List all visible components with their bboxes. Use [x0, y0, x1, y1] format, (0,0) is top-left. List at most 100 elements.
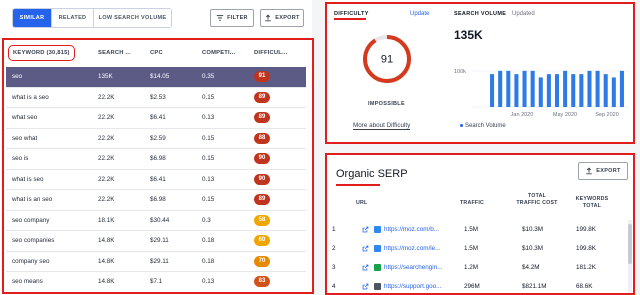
- search-volume-label: SEARCH VOLUME: [454, 11, 507, 17]
- serp-table-header: URL TRAFFIC TOTAL TRAFFIC COST KEYWORDS …: [326, 190, 634, 220]
- chart-bar[interactable]: [611, 77, 616, 107]
- search-volume-column-header[interactable]: SEARCH ...: [98, 50, 150, 56]
- keyword-cell[interactable]: what is seo: [6, 176, 98, 183]
- table-row[interactable]: seo companies 14.8K $29.11 0.18 60: [6, 231, 306, 252]
- chart-bar[interactable]: [490, 74, 495, 107]
- difficulty-rating: IMPOSSIBLE: [368, 101, 405, 107]
- keyword-tabs: SIMILAR RELATED LOW SEARCH VOLUME: [12, 8, 172, 28]
- serp-row[interactable]: 4 https://support.goo... 296M $821.1M 68.6K: [326, 277, 626, 295]
- chart-bar[interactable]: [514, 74, 519, 107]
- competition-cell: 0.15: [202, 93, 215, 101]
- chart-bar[interactable]: [554, 74, 560, 107]
- table-row[interactable]: seo what 22.2K $2.59 0.15 88: [6, 129, 306, 149]
- serp-export-button[interactable]: EXPORT: [578, 162, 628, 180]
- serp-url-link[interactable]: https://support.goo...: [384, 283, 448, 290]
- url-column-header[interactable]: URL: [356, 200, 368, 207]
- tab-related[interactable]: RELATED: [51, 9, 93, 27]
- organic-serp-panel: Organic SERP EXPORT URL TRAFFIC TOTAL TR…: [326, 154, 634, 295]
- table-row[interactable]: seo 135K $14.05 0.35 91: [6, 67, 306, 88]
- table-row[interactable]: company seo 14.8K $29.11 0.18 70: [6, 252, 306, 272]
- chart-bar[interactable]: [538, 77, 543, 107]
- serp-row[interactable]: 2 https://moz.com/le... 1.5M $10.3M 199.8K: [326, 239, 626, 258]
- keyword-cell[interactable]: what is a seo: [6, 94, 98, 101]
- tab-low-search-volume[interactable]: LOW SEARCH VOLUME: [93, 9, 171, 27]
- external-link-icon[interactable]: [362, 283, 369, 290]
- difficulty-badge: 89: [254, 112, 270, 124]
- update-link[interactable]: Update: [410, 11, 429, 17]
- serp-url-link[interactable]: https://moz.com/le...: [384, 245, 448, 252]
- table-row[interactable]: what is an seo 22.2K $6.98 0.15 89: [6, 190, 306, 211]
- cpc-cell: $14.05: [150, 73, 170, 81]
- search-volume-cell: 22.2K: [98, 196, 115, 204]
- competition-cell: 0.15: [202, 196, 215, 204]
- search-volume-cell: 22.2K: [98, 93, 115, 101]
- x-tick-label: Jan 2020: [511, 112, 534, 118]
- search-volume-cell: 14.8K: [98, 257, 115, 265]
- keyword-cell[interactable]: company seo: [6, 258, 98, 265]
- keyword-cell[interactable]: what seo: [6, 114, 98, 121]
- chart-bar[interactable]: [530, 70, 535, 107]
- keyword-cell[interactable]: seo companies: [6, 237, 98, 244]
- scrollbar-thumb[interactable]: [628, 224, 632, 264]
- difficulty-gauge: 91: [360, 32, 414, 86]
- chart-legend: Search Volume: [460, 123, 506, 129]
- keywords-total-cell: 199.8K: [576, 245, 596, 252]
- table-row[interactable]: what is a seo 22.2K $2.53 0.15 89: [6, 88, 306, 108]
- competition-column-header[interactable]: COMPETI...: [202, 50, 254, 56]
- keyword-cell[interactable]: what is an seo: [6, 196, 98, 203]
- chart-bar[interactable]: [498, 70, 503, 107]
- export-button[interactable]: EXPORT: [260, 9, 304, 27]
- chart-bar[interactable]: [522, 70, 527, 107]
- table-row[interactable]: what is seo 22.2K $6.41 0.13 90: [6, 170, 306, 190]
- traffic-cost-cell: $821.1M: [522, 283, 547, 290]
- serp-export-label: EXPORT: [596, 168, 621, 174]
- external-link-icon[interactable]: [362, 264, 369, 271]
- difficulty-column-header[interactable]: DIFFICUL...: [254, 50, 298, 56]
- chart-bar[interactable]: [595, 70, 600, 107]
- chart-bar[interactable]: [587, 70, 592, 107]
- chart-bar[interactable]: [563, 70, 568, 107]
- keyword-cell[interactable]: seo what: [6, 135, 98, 142]
- tab-similar[interactable]: SIMILAR: [13, 9, 51, 27]
- keywords-total-column-header[interactable]: KEYWORDS TOTAL: [570, 196, 614, 210]
- cpc-cell: $6.41: [150, 114, 166, 122]
- serp-url-link[interactable]: https://searchengin...: [384, 264, 448, 271]
- table-row[interactable]: what seo 22.2K $6.41 0.13 89: [6, 108, 306, 129]
- serp-title: Organic SERP: [336, 168, 408, 180]
- external-link-icon[interactable]: [362, 245, 369, 252]
- chart-bar[interactable]: [603, 74, 608, 107]
- more-about-difficulty-link[interactable]: More about Difficulty: [353, 122, 411, 130]
- table-row[interactable]: seo means 14.8K $7.1 0.13 83: [6, 272, 306, 293]
- traffic-cost-column-header[interactable]: TOTAL TRAFFIC COST: [516, 193, 558, 207]
- cpc-column-header[interactable]: CPC: [150, 50, 202, 56]
- chart-bar[interactable]: [571, 74, 576, 107]
- chart-bar[interactable]: [546, 74, 551, 107]
- keyword-column-header[interactable]: KEYWORD (30,815): [8, 45, 75, 61]
- difficulty-score: 91: [381, 54, 393, 66]
- favicon-icon: [374, 264, 381, 271]
- filter-button[interactable]: FILTER: [210, 9, 254, 27]
- serp-row[interactable]: 1 https://moz.com/b... 1.5M $10.3M 199.8K: [326, 220, 626, 239]
- serp-position: 3: [332, 264, 336, 271]
- search-volume-cell: 14.8K: [98, 237, 115, 245]
- chart-bar[interactable]: [579, 74, 584, 107]
- competition-cell: 0.18: [202, 257, 215, 265]
- keyword-cell[interactable]: seo: [6, 73, 98, 80]
- table-row[interactable]: seo is 22.2K $6.98 0.15 90: [6, 149, 306, 170]
- search-volume-cell: 14.8K: [98, 278, 115, 286]
- keyword-cell[interactable]: seo company: [6, 217, 98, 224]
- table-header: KEYWORD (30,815) SEARCH ... CPC COMPETI.…: [6, 40, 306, 66]
- external-link-icon[interactable]: [362, 226, 369, 233]
- serp-row[interactable]: 3 https://searchengin... 1.2M $4.2M 181.2K: [326, 258, 626, 277]
- keywords-panel: SIMILAR RELATED LOW SEARCH VOLUME FILTER…: [0, 0, 312, 295]
- competition-cell: 0.13: [202, 114, 215, 122]
- traffic-column-header[interactable]: TRAFFIC: [460, 200, 484, 207]
- serp-url-link[interactable]: https://moz.com/b...: [384, 226, 448, 233]
- upload-icon: [265, 14, 272, 22]
- keyword-cell[interactable]: seo is: [6, 155, 98, 162]
- keyword-cell[interactable]: seo means: [6, 278, 98, 285]
- difficulty-badge: 58: [254, 214, 270, 226]
- chart-bar[interactable]: [619, 70, 624, 107]
- chart-bar[interactable]: [506, 70, 511, 107]
- table-row[interactable]: seo company 18.1K $30.44 0.3 58: [6, 211, 306, 231]
